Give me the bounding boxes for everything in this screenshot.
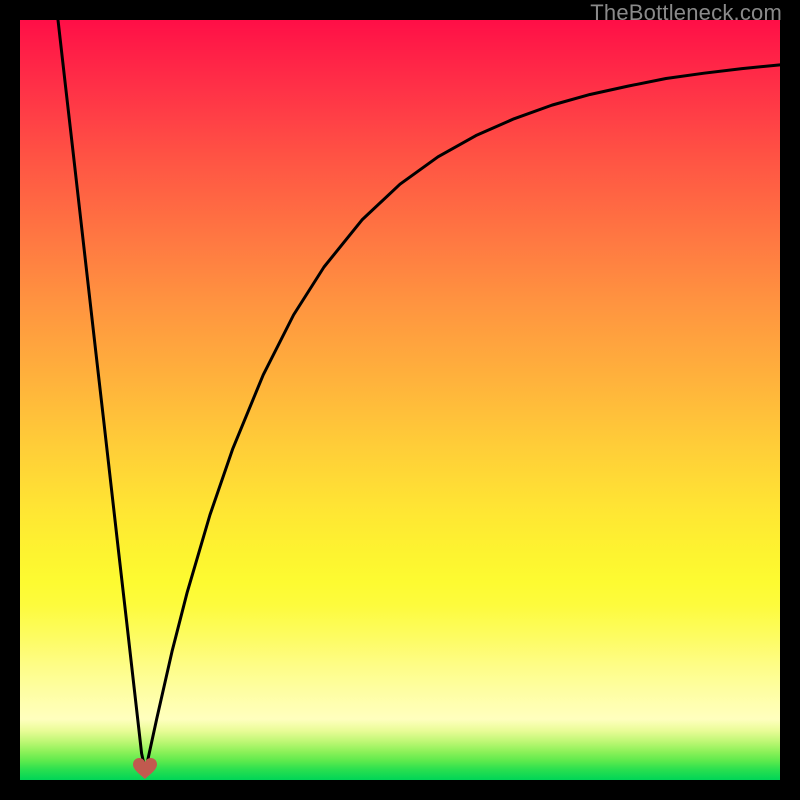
curve-right [145,65,780,771]
curve-layer [20,20,780,780]
curve-left [58,20,145,771]
chart-frame [20,20,780,780]
heart-icon [132,758,158,780]
